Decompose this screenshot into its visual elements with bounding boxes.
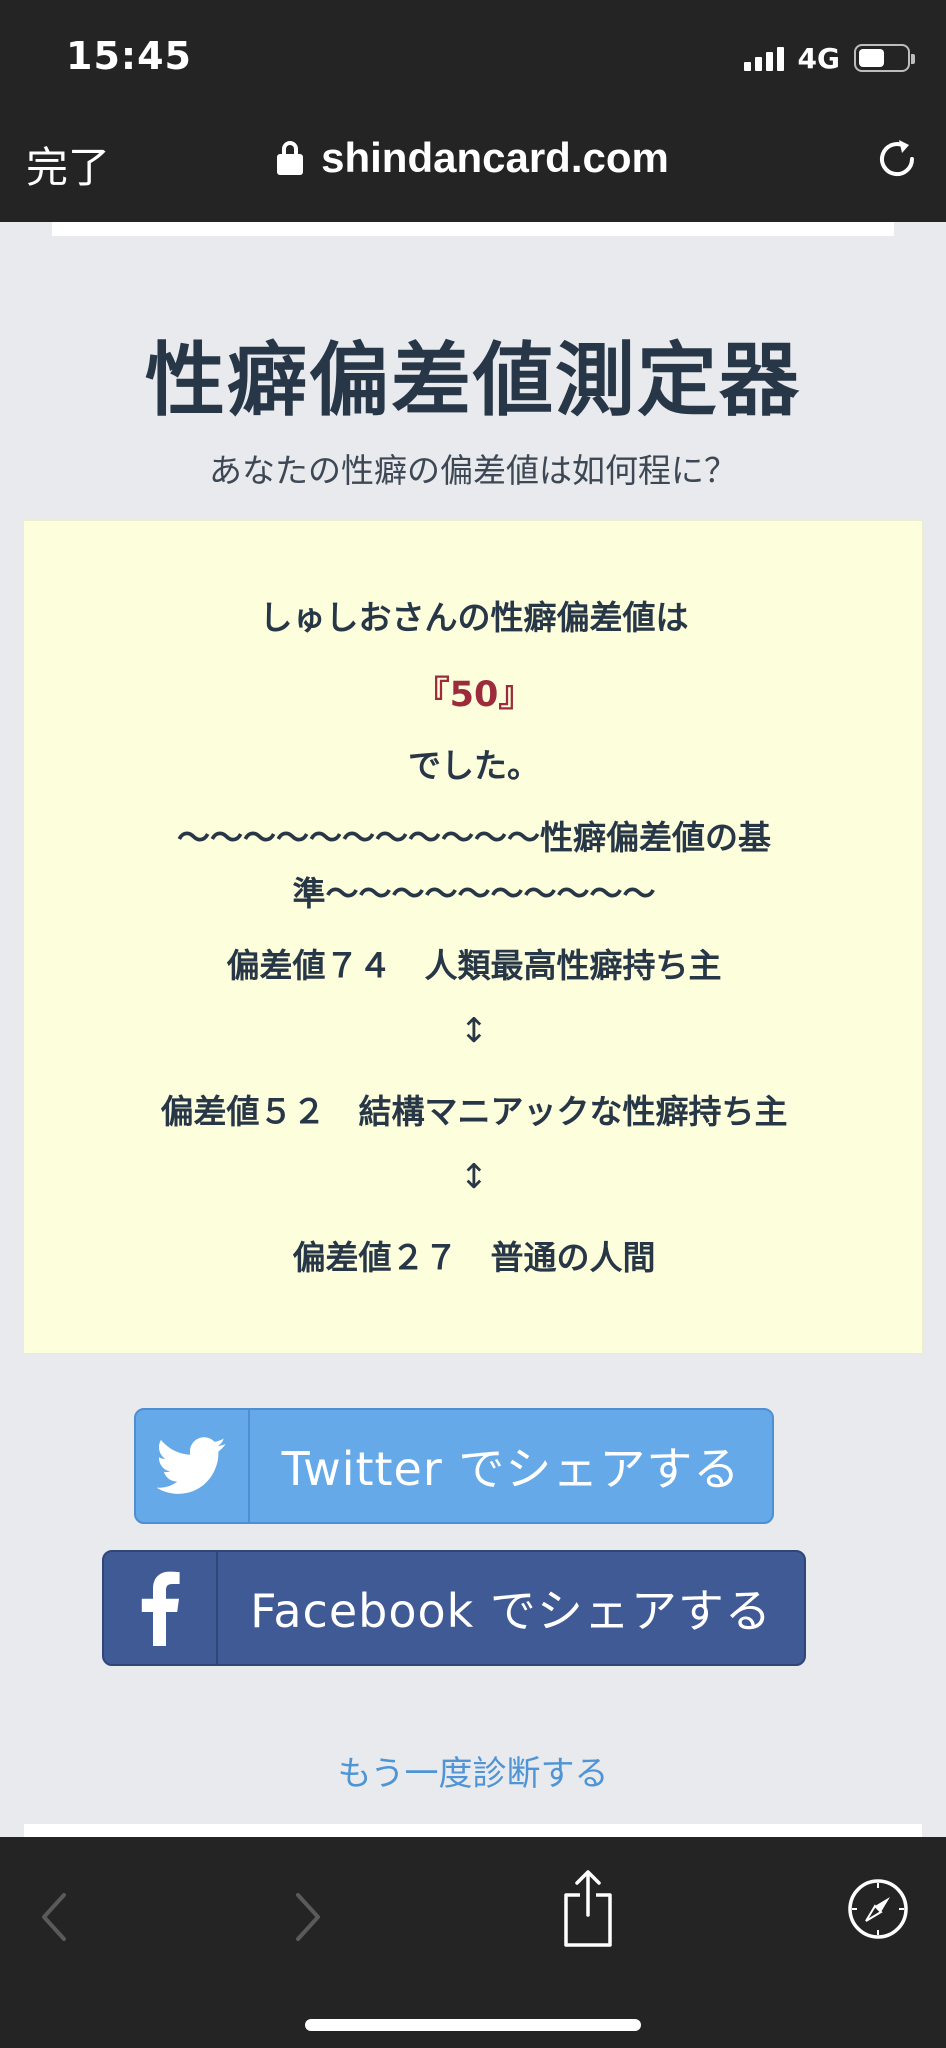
browser-nav-bar: 完了 shindancard.com	[0, 110, 946, 222]
facebook-share-label: Facebook でシェアする	[250, 1584, 772, 1638]
card-edge-bottom	[24, 1824, 922, 1837]
criteria-arrow-2: ↕	[459, 1157, 489, 1197]
cellular-signal-icon	[743, 45, 784, 71]
page-content: 性癖偏差値測定器 あなたの性癖の偏差値は如何程に？ しゅしおさんの性癖偏差値は …	[0, 222, 946, 1837]
page-title: 性癖偏差値測定器	[145, 334, 801, 427]
page-subtitle: あなたの性癖の偏差値は如何程に？	[209, 451, 737, 490]
criteria-header-line1: 〜〜〜〜〜〜〜〜〜〜〜性癖偏差値の基	[177, 818, 771, 857]
result-intro: しゅしおさんの性癖偏差値は	[259, 598, 689, 637]
address-bar[interactable]: shindancard.com	[0, 134, 946, 182]
twitter-bird-icon	[157, 1437, 226, 1494]
criteria-level-74: 偏差値７４ 人類最高性癖持ち主	[226, 946, 722, 985]
card-edge-top	[52, 222, 894, 236]
status-bar: 15:45 4G	[0, 0, 946, 110]
status-time: 15:45	[66, 34, 192, 78]
twitter-share-button[interactable]: Twitter でシェアする	[134, 1408, 774, 1524]
retry-diagnosis-link[interactable]: もう一度診断する	[0, 1746, 946, 1795]
twitter-icon-cell	[136, 1410, 250, 1522]
url-text[interactable]: shindancard.com	[321, 134, 669, 182]
forward-arrow-icon[interactable]	[290, 1889, 326, 1945]
back-arrow-icon[interactable]	[36, 1889, 72, 1945]
share-icon[interactable]	[560, 1869, 616, 1949]
result-score: 『50』	[414, 675, 534, 715]
result-box: しゅしおさんの性癖偏差値は 『50』 でした。 〜〜〜〜〜〜〜〜〜〜〜性癖偏差値…	[23, 520, 923, 1354]
criteria-header-line2: 準〜〜〜〜〜〜〜〜〜〜	[292, 874, 656, 913]
twitter-share-label: Twitter でシェアする	[281, 1442, 741, 1496]
reload-icon[interactable]	[874, 136, 920, 182]
criteria-level-52: 偏差値５２ 結構マニアックな性癖持ち主	[160, 1092, 788, 1131]
criteria-level-27: 偏差値２７ 普通の人間	[292, 1238, 656, 1277]
safari-compass-icon[interactable]	[846, 1877, 910, 1941]
status-indicators: 4G	[743, 40, 915, 76]
result-outro: でした。	[408, 746, 540, 785]
network-type: 4G	[797, 41, 840, 75]
facebook-f-icon	[141, 1571, 180, 1646]
home-indicator	[305, 2019, 641, 2031]
browser-toolbar	[0, 1837, 946, 2048]
criteria-arrow-1: ↕	[459, 1011, 489, 1051]
facebook-share-button[interactable]: Facebook でシェアする	[102, 1550, 806, 1666]
facebook-icon-cell	[104, 1552, 218, 1664]
lock-icon	[277, 141, 304, 175]
battery-icon	[854, 44, 915, 72]
